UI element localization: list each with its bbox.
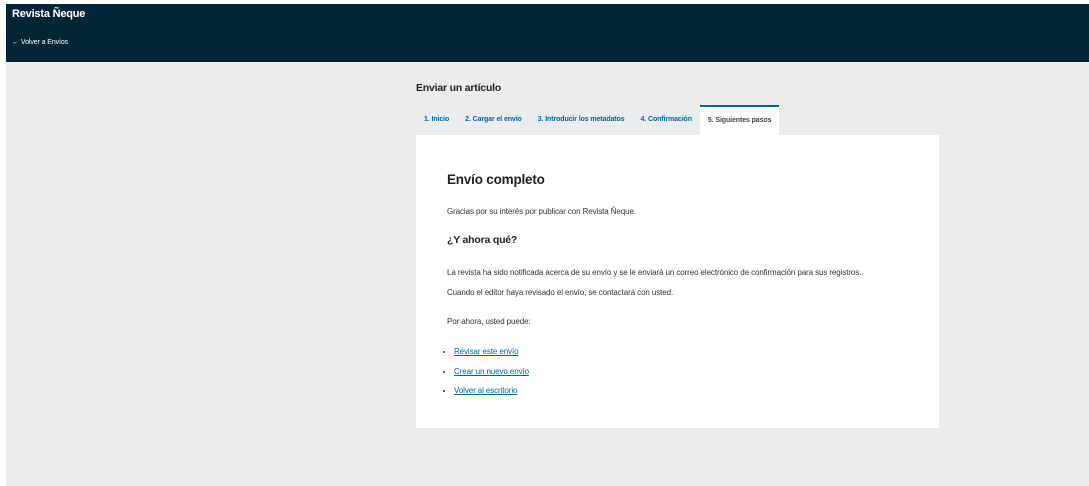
- completion-title: Envío completo: [447, 172, 545, 187]
- review-submission-link[interactable]: Revisar este envío: [454, 347, 519, 356]
- site-title[interactable]: Revista Ñeque: [12, 8, 85, 20]
- back-to-dashboard-link[interactable]: Volver al escritorio: [454, 386, 517, 395]
- notification-text: La revista ha sido notificada acerca de …: [447, 268, 862, 277]
- back-to-submissions-link[interactable]: ← Volver a Envíos: [12, 39, 68, 46]
- back-link-label: Volver a Envíos: [20, 39, 69, 46]
- thanks-text: Gracias por su interés por publicar con …: [447, 207, 636, 216]
- tab-cargar-envio[interactable]: 2. Cargar el envío: [457, 105, 530, 135]
- list-item: Volver al escritorio: [454, 385, 529, 405]
- browser-viewport: Revista Ñeque ← Volver a Envíos Enviar un…: [6, 4, 1089, 486]
- tab-inicio[interactable]: 1. Inicio: [416, 105, 457, 135]
- submission-steps-tabs: 1. Inicio 2. Cargar el envío 3. Introduc…: [416, 105, 780, 135]
- list-item: Revisar este envío: [454, 346, 529, 366]
- tab-metadatos[interactable]: 3. Introducir los metadatos: [530, 105, 633, 135]
- tab-confirmacion[interactable]: 4. Confirmación: [633, 105, 700, 135]
- back-arrow-icon: ←: [12, 39, 19, 46]
- options-intro-text: Por ahora, usted puede:: [447, 317, 531, 326]
- new-submission-link[interactable]: Crear un nuevo envío: [454, 367, 529, 376]
- next-actions-list: Revisar este envío Crear un nuevo envío …: [439, 346, 529, 405]
- list-item: Crear un nuevo envío: [454, 366, 529, 386]
- tab-siguientes-pasos[interactable]: 5. Siguientes pasos: [699, 105, 780, 135]
- next-steps-subtitle: ¿Y ahora qué?: [447, 234, 518, 246]
- top-header-bar: Revista Ñeque ← Volver a Envíos: [6, 4, 1089, 62]
- page-title: Enviar un artículo: [416, 82, 502, 94]
- editor-contact-text: Cuando el editor haya revisado el envío,…: [447, 288, 674, 297]
- step-content-panel: Envío completo Gracias por su interés po…: [416, 135, 939, 428]
